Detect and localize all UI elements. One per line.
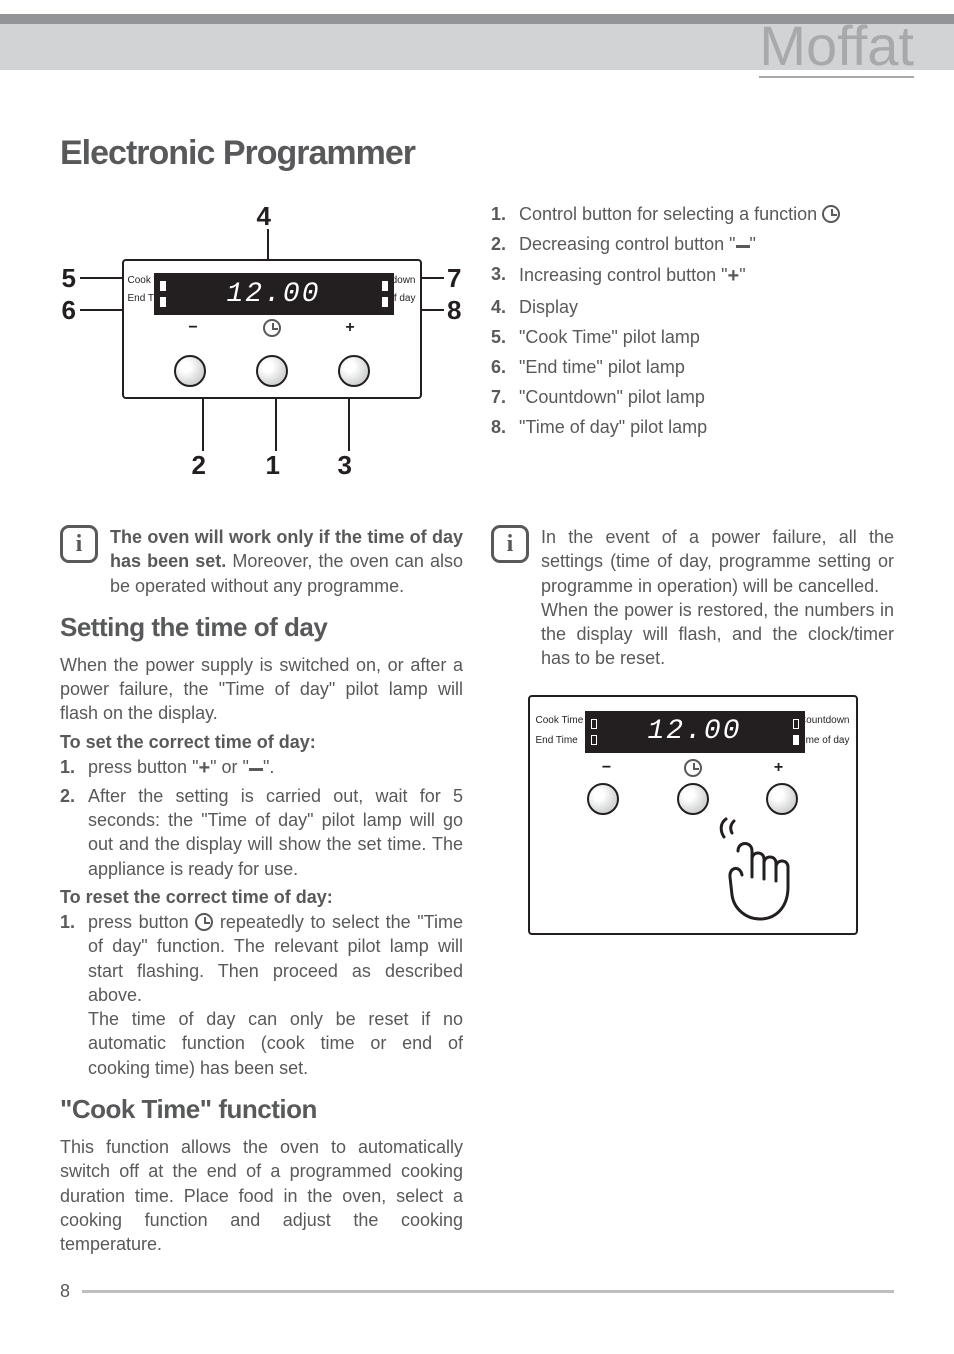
left-content: i The oven will work only if the time of… (60, 525, 463, 1261)
plus-symbol: + (345, 319, 354, 339)
programmer-panel: Cook Time End Time Countdown Time of day… (122, 259, 422, 399)
clock-symbol (684, 759, 702, 779)
label-countdown: Countdown (799, 715, 850, 726)
page-title: Electronic Programmer (60, 134, 894, 173)
heading-set-correct: To set the correct time of day: (60, 732, 463, 753)
legend-item: 3.Increasing control button "+" (491, 261, 894, 291)
decrease-button[interactable] (587, 783, 619, 815)
clock-symbol (263, 319, 281, 339)
callout-4: 4 (257, 201, 271, 232)
pilot-time-of-day (793, 735, 799, 745)
legend-item: 7."Countdown" pilot lamp (491, 384, 894, 411)
page-number: 8 (60, 1281, 70, 1302)
leader (422, 309, 444, 311)
label-end-time: End Time (536, 735, 578, 746)
callout-2: 2 (192, 450, 206, 481)
callout-8: 8 (447, 295, 461, 326)
legend-item: 2.Decreasing control button "" (491, 231, 894, 258)
info-box-2: i In the event of a power failure, all t… (491, 525, 894, 671)
heading-reset-correct: To reset the correct time of day: (60, 887, 463, 908)
increase-button[interactable] (338, 355, 370, 387)
minus-icon (736, 245, 750, 248)
display-value: 12.00 (647, 716, 741, 747)
callout-1: 1 (266, 450, 280, 481)
step-item: 1. press button repeatedly to select the… (60, 910, 463, 1080)
clock-icon (684, 759, 702, 777)
decrease-button[interactable] (174, 355, 206, 387)
legend-item: 8."Time of day" pilot lamp (491, 414, 894, 441)
pilot-time-of-day (382, 297, 388, 307)
callout-5: 5 (62, 263, 76, 294)
clock-icon (195, 913, 213, 931)
set-steps: 1. press button "+" or "". 2. After the … (60, 755, 463, 881)
lcd-display: 12.00 (585, 711, 805, 753)
content-row: i The oven will work only if the time of… (60, 525, 894, 1261)
leader (422, 277, 444, 279)
button-row (124, 355, 420, 387)
plus-symbol: + (774, 759, 783, 779)
label-cook-time: Cook Time (536, 715, 584, 726)
legend-item: 1.Control button for selecting a functio… (491, 201, 894, 228)
reset-steps: 1. press button repeatedly to select the… (60, 910, 463, 1080)
function-button[interactable] (677, 783, 709, 815)
legend-item: 5."Cook Time" pilot lamp (491, 324, 894, 351)
minus-icon (249, 768, 263, 771)
pilot-countdown (382, 281, 388, 291)
plus-icon: + (198, 757, 210, 779)
heading-setting-time: Setting the time of day (60, 612, 463, 643)
info-box-1: i The oven will work only if the time of… (60, 525, 463, 598)
right-content: i In the event of a power failure, all t… (491, 525, 894, 1261)
page-footer: 8 (0, 1281, 954, 1330)
clock-icon (822, 205, 840, 223)
header-band: Moffat (0, 24, 954, 70)
programmer-diagram-small: Cook Time End Time Countdown Time of day… (528, 695, 858, 935)
leader (80, 277, 122, 279)
lcd-display: 12.00 (154, 273, 394, 315)
top-row: 4 5 6 7 8 2 1 3 Cook Time End Time (60, 201, 894, 505)
info-icon: i (491, 525, 529, 563)
pilot-end-time (591, 735, 597, 745)
callout-7: 7 (447, 263, 461, 294)
minus-symbol: − (602, 759, 611, 779)
info-icon: i (60, 525, 98, 563)
legend-item: 6."End time" pilot lamp (491, 354, 894, 381)
diagram-column: 4 5 6 7 8 2 1 3 Cook Time End Time (60, 201, 463, 505)
pilot-end-time (160, 297, 166, 307)
heading-cook-time: "Cook Time" function (60, 1094, 463, 1125)
step-item: 1. press button "+" or "". (60, 755, 463, 782)
increase-button[interactable] (766, 783, 798, 815)
info-text: In the event of a power failure, all the… (541, 525, 894, 671)
footer-rule (82, 1290, 894, 1293)
page-body: Electronic Programmer 4 5 6 7 8 2 1 3 (0, 70, 954, 1281)
clock-icon (263, 319, 281, 337)
plus-icon: + (728, 265, 740, 287)
legend-list: 1.Control button for selecting a functio… (491, 201, 894, 441)
pilot-cook-time (591, 719, 597, 729)
pilot-cook-time (160, 281, 166, 291)
display-value: 12.00 (226, 279, 320, 310)
para-cook-time: This function allows the oven to automat… (60, 1135, 463, 1256)
para-setting-intro: When the power supply is switched on, or… (60, 653, 463, 726)
legend-column: 1.Control button for selecting a functio… (491, 201, 894, 505)
callout-3: 3 (338, 450, 352, 481)
leader (275, 399, 277, 451)
legend-item: 4.Display (491, 294, 894, 321)
callout-6: 6 (62, 295, 76, 326)
step-item: 2. After the setting is carried out, wai… (60, 784, 463, 881)
brand-logo: Moffat (759, 18, 914, 78)
leader (348, 399, 350, 451)
label-time-of-day: Time of day (798, 735, 850, 746)
pilot-countdown (793, 719, 799, 729)
minus-symbol: − (188, 319, 197, 339)
leader (80, 309, 122, 311)
function-button[interactable] (256, 355, 288, 387)
brand-text: Moffat (759, 18, 914, 78)
programmer-diagram: 4 5 6 7 8 2 1 3 Cook Time End Time (62, 201, 462, 481)
hand-press-icon (718, 817, 804, 927)
info-text: The oven will work only if the time of d… (110, 525, 463, 598)
leader (202, 399, 204, 451)
